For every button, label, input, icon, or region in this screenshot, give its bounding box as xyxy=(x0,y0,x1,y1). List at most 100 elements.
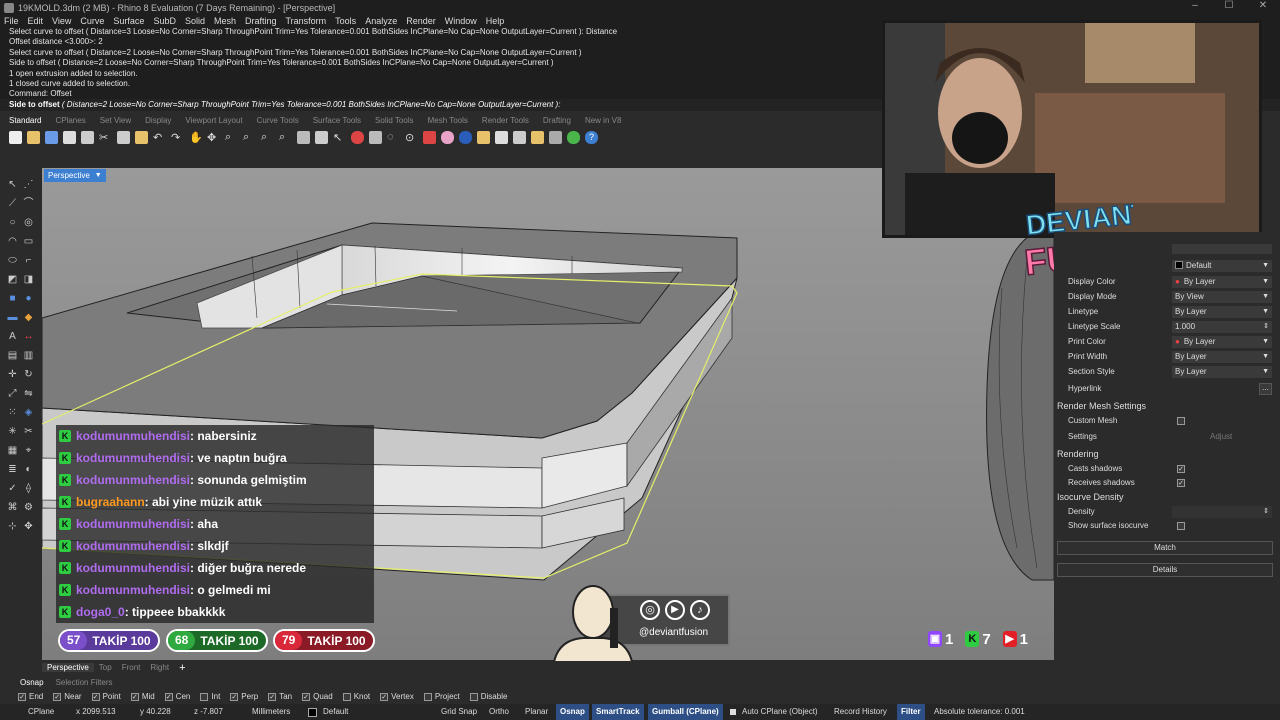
hide-icon[interactable]: ◌ xyxy=(387,131,400,144)
checkbox[interactable] xyxy=(469,692,478,701)
sphere-solid-icon[interactable]: ● xyxy=(22,292,35,305)
lock-icon[interactable]: ⊙ xyxy=(405,131,418,144)
osnap-disable[interactable]: Disable xyxy=(469,692,507,701)
osnap-int[interactable]: Int xyxy=(200,692,220,701)
casts-shadows-checkbox[interactable]: ✓ xyxy=(1177,465,1185,473)
curve-icon[interactable]: ⌒ xyxy=(22,197,35,210)
tab-selection-filters[interactable]: Selection Filters xyxy=(56,678,113,687)
checkbox[interactable]: ✓ xyxy=(53,692,62,701)
tab-right[interactable]: Right xyxy=(145,663,174,672)
osnap-quad[interactable]: ✓ Quad xyxy=(302,692,333,701)
zoom-icon[interactable]: ⌕ xyxy=(225,131,238,144)
move-icon[interactable]: ✛ xyxy=(6,368,19,381)
print-icon[interactable] xyxy=(63,130,76,144)
box-icon[interactable]: ■ xyxy=(6,292,19,305)
menu-drafting[interactable]: Drafting xyxy=(245,16,277,26)
object-name-field[interactable] xyxy=(1172,244,1272,254)
section-style-select[interactable]: By Layer ▼ xyxy=(1172,366,1272,378)
mirror-icon[interactable]: ⇋ xyxy=(22,387,35,400)
checkbox[interactable]: ✓ xyxy=(268,692,277,701)
linetype-select[interactable]: By Layer ▼ xyxy=(1172,306,1272,318)
isocurve-section[interactable]: Isocurve Density xyxy=(1054,490,1280,504)
trim-icon[interactable]: ✂ xyxy=(22,425,35,438)
checkbox[interactable]: ✓ xyxy=(302,692,311,701)
save-file-icon[interactable] xyxy=(45,130,58,144)
menu-edit[interactable]: Edit xyxy=(28,16,44,26)
units-label[interactable]: Millimeters xyxy=(252,704,290,720)
filter-toggle[interactable]: Filter xyxy=(897,704,925,720)
paste-icon[interactable] xyxy=(135,130,148,144)
loft-icon[interactable]: ◨ xyxy=(22,273,35,286)
select-icon[interactable]: ↖ xyxy=(333,131,346,144)
close-button[interactable]: ✕ xyxy=(1246,0,1280,11)
draft-icon[interactable]: ⟠ xyxy=(22,482,35,495)
smarttrack-toggle[interactable]: SmartTrack xyxy=(592,704,644,720)
tab-curve-tools[interactable]: Curve Tools xyxy=(257,116,299,125)
undo-icon[interactable]: ↶ xyxy=(153,131,166,144)
grid-icon[interactable] xyxy=(369,130,382,144)
viewport-layout-icon[interactable] xyxy=(297,130,310,144)
material-icon[interactable] xyxy=(441,130,454,144)
clipboard-icon[interactable] xyxy=(81,130,94,144)
select-arrow-icon[interactable]: ↖ xyxy=(6,178,19,191)
menu-render[interactable]: Render xyxy=(406,16,436,26)
pan-icon[interactable]: ✋ xyxy=(189,131,203,144)
join-icon[interactable]: ◈ xyxy=(22,406,35,419)
menu-mesh[interactable]: Mesh xyxy=(214,16,236,26)
checkbox[interactable]: ✓ xyxy=(230,692,239,701)
help-icon[interactable]: ? xyxy=(585,130,598,144)
maximize-button[interactable]: ☐ xyxy=(1212,0,1246,11)
analyze-icon[interactable]: ⌖ xyxy=(22,444,35,457)
polyline-icon[interactable]: ⟋ xyxy=(6,197,19,210)
print-color-select[interactable]: ● By Layer ▼ xyxy=(1172,336,1272,348)
tab-viewport-layout[interactable]: Viewport Layout xyxy=(185,116,242,125)
checkbox[interactable] xyxy=(423,692,432,701)
tab-front[interactable]: Front xyxy=(117,663,146,672)
spinner-icon[interactable]: ⇕ xyxy=(1263,321,1269,333)
menu-window[interactable]: Window xyxy=(445,16,477,26)
menu-subd[interactable]: SubD xyxy=(153,16,176,26)
print-width-select[interactable]: By Layer ▼ xyxy=(1172,351,1272,363)
four-views-icon[interactable] xyxy=(315,130,328,144)
viewport-title-tab[interactable]: Perspective ▼ xyxy=(44,169,106,182)
tab-display[interactable]: Display xyxy=(145,116,171,125)
menu-analyze[interactable]: Analyze xyxy=(365,16,397,26)
tab-render-tools[interactable]: Render Tools xyxy=(482,116,529,125)
surface-icon[interactable]: ◩ xyxy=(6,273,19,286)
chevron-down-icon[interactable]: ▼ xyxy=(95,169,102,182)
grid-snap-toggle[interactable]: Grid Snap xyxy=(441,704,477,720)
menu-curve[interactable]: Curve xyxy=(80,16,104,26)
display-mode-select[interactable]: By View ▼ xyxy=(1172,291,1272,303)
rendering-section[interactable]: Rendering xyxy=(1054,447,1280,461)
layer-tool-icon[interactable]: ≣ xyxy=(6,463,19,476)
plugin-icon[interactable] xyxy=(567,130,580,144)
menu-view[interactable]: View xyxy=(52,16,71,26)
hyperlink-browse-button[interactable]: ... xyxy=(1259,383,1272,395)
zoom-window-icon[interactable]: ⌕ xyxy=(243,131,256,144)
checkbox[interactable] xyxy=(342,692,351,701)
cplane-label[interactable]: CPlane xyxy=(28,704,54,720)
osnap-knot[interactable]: Knot xyxy=(342,692,370,701)
tools-icon[interactable] xyxy=(549,130,562,144)
command-prompt-options[interactable]: ( Distance=2 Loose=No Corner=Sharp Throu… xyxy=(62,100,561,109)
split-icon[interactable]: ▥ xyxy=(22,349,35,362)
osnap-mid[interactable]: ✓ Mid xyxy=(130,692,155,701)
history-tool-icon[interactable]: ⌘ xyxy=(6,501,19,514)
ellipse-icon[interactable]: ⬭ xyxy=(6,254,19,267)
details-button[interactable]: Details xyxy=(1057,563,1273,577)
osnap-near[interactable]: ✓ Near xyxy=(53,692,82,701)
cut-icon[interactable]: ✂ xyxy=(99,131,112,144)
group-icon[interactable]: ▦ xyxy=(6,444,19,457)
tab-standard[interactable]: Standard xyxy=(9,116,41,125)
open-file-icon[interactable] xyxy=(27,130,40,144)
tab-surface-tools[interactable]: Surface Tools xyxy=(313,116,361,125)
settings-tool-icon[interactable]: ⚙ xyxy=(22,501,35,514)
tab-drafting[interactable]: Drafting xyxy=(543,116,571,125)
add-viewport-button[interactable]: + xyxy=(174,662,190,674)
layer-select[interactable]: Default ▼ xyxy=(1172,260,1272,272)
mesh-icon[interactable]: ◆ xyxy=(22,311,35,324)
osnap-perp[interactable]: ✓ Perp xyxy=(230,692,258,701)
text-icon[interactable]: A xyxy=(6,330,19,343)
gumball-toggle[interactable]: Gumball (CPlane) xyxy=(648,704,723,720)
zoom-selected-icon[interactable]: ⌕ xyxy=(279,131,292,144)
